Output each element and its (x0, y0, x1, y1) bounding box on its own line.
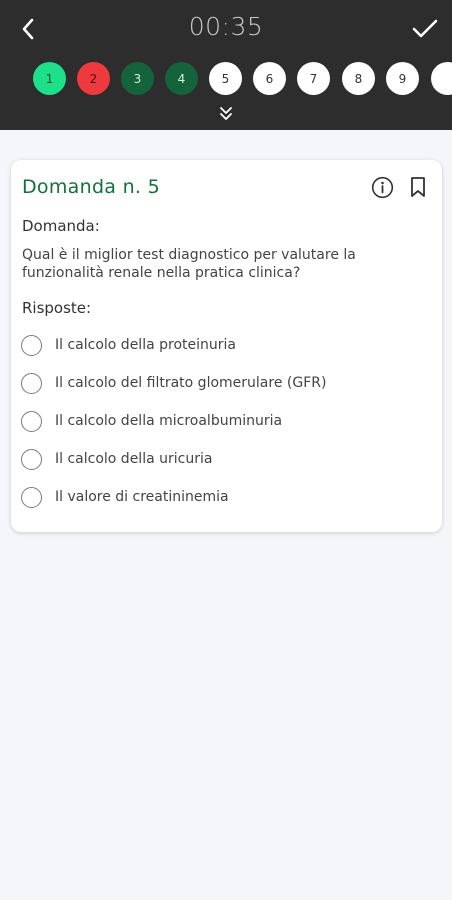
question-text: Qual è il miglior test diagnostico per v… (22, 247, 356, 281)
question-dot-8[interactable]: 8 (342, 62, 375, 95)
answer-option-3[interactable]: Il calcolo della microalbuminuria (21, 408, 431, 434)
question-dot-6[interactable]: 6 (253, 62, 286, 95)
info-icon (371, 176, 394, 199)
question-dot-4[interactable]: 4 (165, 62, 198, 95)
bookmark-icon (411, 177, 425, 197)
question-dot-1[interactable]: 1 (33, 62, 66, 95)
timer: 00:35 (188, 12, 264, 41)
answers-label: Risposte: (22, 299, 92, 317)
answer-option-5[interactable]: Il valore di creatininemia (21, 484, 431, 510)
answer-text: Il calcolo della proteinuria (55, 337, 236, 353)
double-chevron-down-icon (220, 107, 232, 120)
confirm-button[interactable] (410, 14, 440, 44)
question-card: Domanda n. 5 Domanda: Qual è il miglior … (11, 160, 442, 532)
radio-button[interactable] (21, 410, 42, 432)
question-dot-3[interactable]: 3 (121, 62, 154, 95)
radio-button[interactable] (21, 486, 42, 508)
top-bar: 00:35 1 2 3 4 5 6 7 8 9 (0, 0, 452, 130)
radio-button[interactable] (21, 334, 42, 356)
answer-option-1[interactable]: Il calcolo della proteinuria (21, 332, 431, 358)
answer-option-4[interactable]: Il calcolo della uricuria (21, 446, 431, 472)
radio-button[interactable] (21, 448, 42, 470)
expand-navigator-button[interactable] (216, 105, 236, 123)
info-button[interactable] (371, 176, 394, 199)
answer-text: Il calcolo della uricuria (55, 451, 213, 467)
question-dot-7[interactable]: 7 (297, 62, 330, 95)
answer-option-2[interactable]: Il calcolo del filtrato glomerulare (GFR… (21, 370, 431, 396)
bookmark-button[interactable] (409, 176, 427, 199)
question-label: Domanda: (22, 217, 100, 235)
question-dot-2[interactable]: 2 (77, 62, 110, 95)
question-title: Domanda n. 5 (22, 176, 161, 198)
answer-text: Il calcolo della microalbuminuria (55, 413, 283, 429)
answer-text: Il calcolo del filtrato glomerulare (GFR… (55, 375, 327, 391)
question-dot-9[interactable]: 9 (386, 62, 419, 95)
checkmark-icon (412, 19, 438, 38)
answer-text: Il valore di creatininemia (55, 489, 229, 505)
question-dot-5[interactable]: 5 (209, 62, 242, 95)
radio-button[interactable] (21, 372, 42, 394)
question-navigator: 1 2 3 4 5 6 7 8 9 (0, 62, 452, 96)
question-dot-partial[interactable] (431, 62, 452, 95)
